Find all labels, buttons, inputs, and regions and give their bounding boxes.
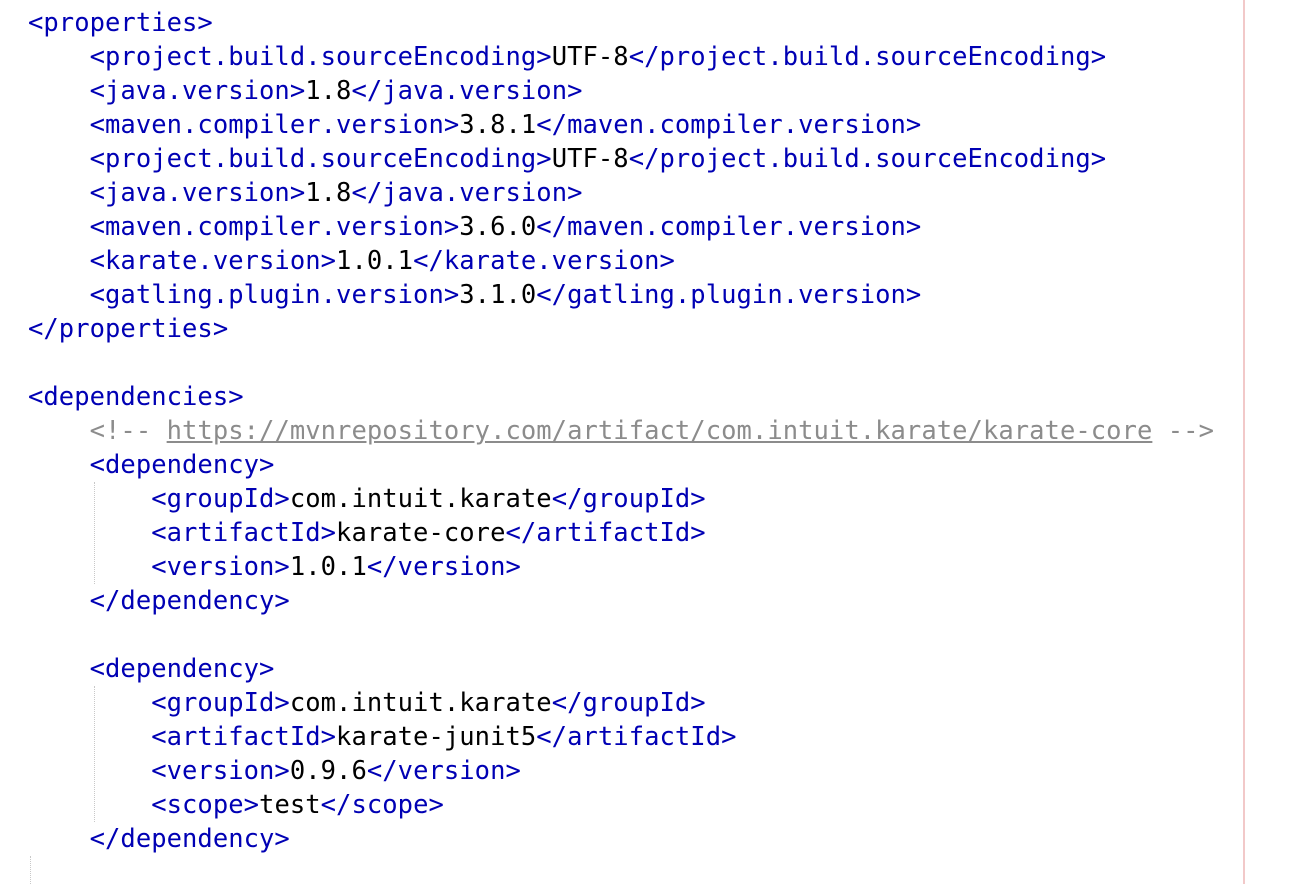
indent-guide	[30, 856, 31, 884]
code-line[interactable]: <project.build.sourceEncoding>UTF-8</pro…	[28, 40, 1107, 74]
xml-value: karate-core	[336, 518, 506, 548]
xml-tag: </gatling.plugin.version>	[536, 280, 922, 310]
xml-tag: <karate.version>	[89, 246, 337, 276]
xml-tag: <gatling.plugin.version>	[89, 280, 460, 310]
code-line[interactable]: <properties>	[28, 6, 213, 40]
code-line[interactable]: <dependencies>	[28, 380, 244, 414]
xml-tag: <maven.compiler.version>	[89, 110, 460, 140]
xml-value: 1.0.1	[289, 552, 367, 582]
xml-tag: <artifactId>	[151, 518, 337, 548]
xml-tag: <groupId>	[151, 484, 290, 514]
right-margin-guide	[1243, 0, 1245, 884]
code-line[interactable]: <groupId>com.intuit.karate</groupId>	[28, 686, 706, 720]
xml-tag: </maven.compiler.version>	[536, 212, 922, 242]
xml-tag: <artifactId>	[151, 722, 337, 752]
xml-value: UTF-8	[551, 42, 629, 72]
xml-tag: <project.build.sourceEncoding>	[89, 144, 552, 174]
code-line[interactable]: <!-- https://mvnrepository.com/artifact/…	[28, 414, 1214, 448]
xml-tag: </artifactId>	[505, 518, 706, 548]
comment-link[interactable]: https://mvnrepository.com/artifact/com.i…	[167, 416, 1153, 446]
xml-value: 1.8	[305, 178, 352, 208]
xml-tag: </artifactId>	[536, 722, 737, 752]
xml-tag: </groupId>	[551, 484, 706, 514]
code-line[interactable]: <version>0.9.6</version>	[28, 754, 521, 788]
xml-tag: <scope>	[151, 790, 260, 820]
code-line[interactable]: <dependency>	[28, 652, 275, 686]
code-line[interactable]: <artifactId>karate-core</artifactId>	[28, 516, 706, 550]
xml-tag: <dependency>	[89, 654, 275, 684]
xml-value: karate-junit5	[336, 722, 537, 752]
code-line[interactable]: <version>1.0.1</version>	[28, 550, 521, 584]
xml-comment: -->	[1152, 416, 1214, 446]
code-line[interactable]: <project.build.sourceEncoding>UTF-8</pro…	[28, 142, 1107, 176]
code-line[interactable]: </dependency>	[28, 584, 290, 618]
code-line[interactable]: <java.version>1.8</java.version>	[28, 74, 583, 108]
xml-value: 3.1.0	[459, 280, 537, 310]
xml-value: 3.8.1	[459, 110, 537, 140]
xml-tag: <version>	[151, 756, 290, 786]
xml-tag: </project.build.sourceEncoding>	[628, 144, 1107, 174]
xml-value: 0.9.6	[289, 756, 367, 786]
xml-value: 1.0.1	[336, 246, 414, 276]
code-line[interactable]: <maven.compiler.version>3.8.1</maven.com…	[28, 108, 922, 142]
xml-tag: </properties>	[28, 314, 229, 344]
code-line[interactable]: <artifactId>karate-junit5</artifactId>	[28, 720, 737, 754]
xml-tag: </groupId>	[551, 688, 706, 718]
code-line[interactable]: </dependency>	[28, 822, 290, 856]
xml-tag: <version>	[151, 552, 290, 582]
xml-tag: <dependencies>	[28, 382, 244, 412]
xml-value: UTF-8	[551, 144, 629, 174]
xml-value: 3.6.0	[459, 212, 537, 242]
xml-tag: <dependency>	[89, 450, 275, 480]
code-line[interactable]: <scope>test</scope>	[28, 788, 444, 822]
xml-tag: <project.build.sourceEncoding>	[89, 42, 552, 72]
code-line[interactable]: <gatling.plugin.version>3.1.0</gatling.p…	[28, 278, 922, 312]
xml-tag: </project.build.sourceEncoding>	[628, 42, 1107, 72]
code-line[interactable]: <dependency>	[28, 448, 275, 482]
xml-value: 1.8	[305, 76, 352, 106]
xml-tag: </maven.compiler.version>	[536, 110, 922, 140]
code-line[interactable]: </properties>	[28, 312, 228, 346]
code-line[interactable]: <java.version>1.8</java.version>	[28, 176, 583, 210]
xml-value: test	[259, 790, 321, 820]
xml-tag: <java.version>	[89, 76, 306, 106]
code-line[interactable]: <groupId>com.intuit.karate</groupId>	[28, 482, 706, 516]
xml-tag: <maven.compiler.version>	[89, 212, 460, 242]
xml-comment: <!--	[89, 416, 167, 446]
xml-tag: </java.version>	[351, 76, 583, 106]
xml-tag: <groupId>	[151, 688, 290, 718]
xml-value: com.intuit.karate	[289, 484, 552, 514]
xml-tag: </version>	[366, 756, 521, 786]
code-editor[interactable]: <properties> <project.build.sourceEncodi…	[0, 0, 1302, 884]
code-line[interactable]: <maven.compiler.version>3.6.0</maven.com…	[28, 210, 922, 244]
xml-tag: </version>	[366, 552, 521, 582]
xml-tag: </karate.version>	[413, 246, 675, 276]
xml-tag: </dependency>	[89, 824, 290, 854]
xml-tag: </java.version>	[351, 178, 583, 208]
xml-tag: <properties>	[28, 8, 213, 38]
xml-tag: <java.version>	[89, 178, 306, 208]
xml-tag: </dependency>	[89, 586, 290, 616]
code-line[interactable]: <karate.version>1.0.1</karate.version>	[28, 244, 675, 278]
xml-tag: </scope>	[320, 790, 444, 820]
xml-value: com.intuit.karate	[289, 688, 552, 718]
